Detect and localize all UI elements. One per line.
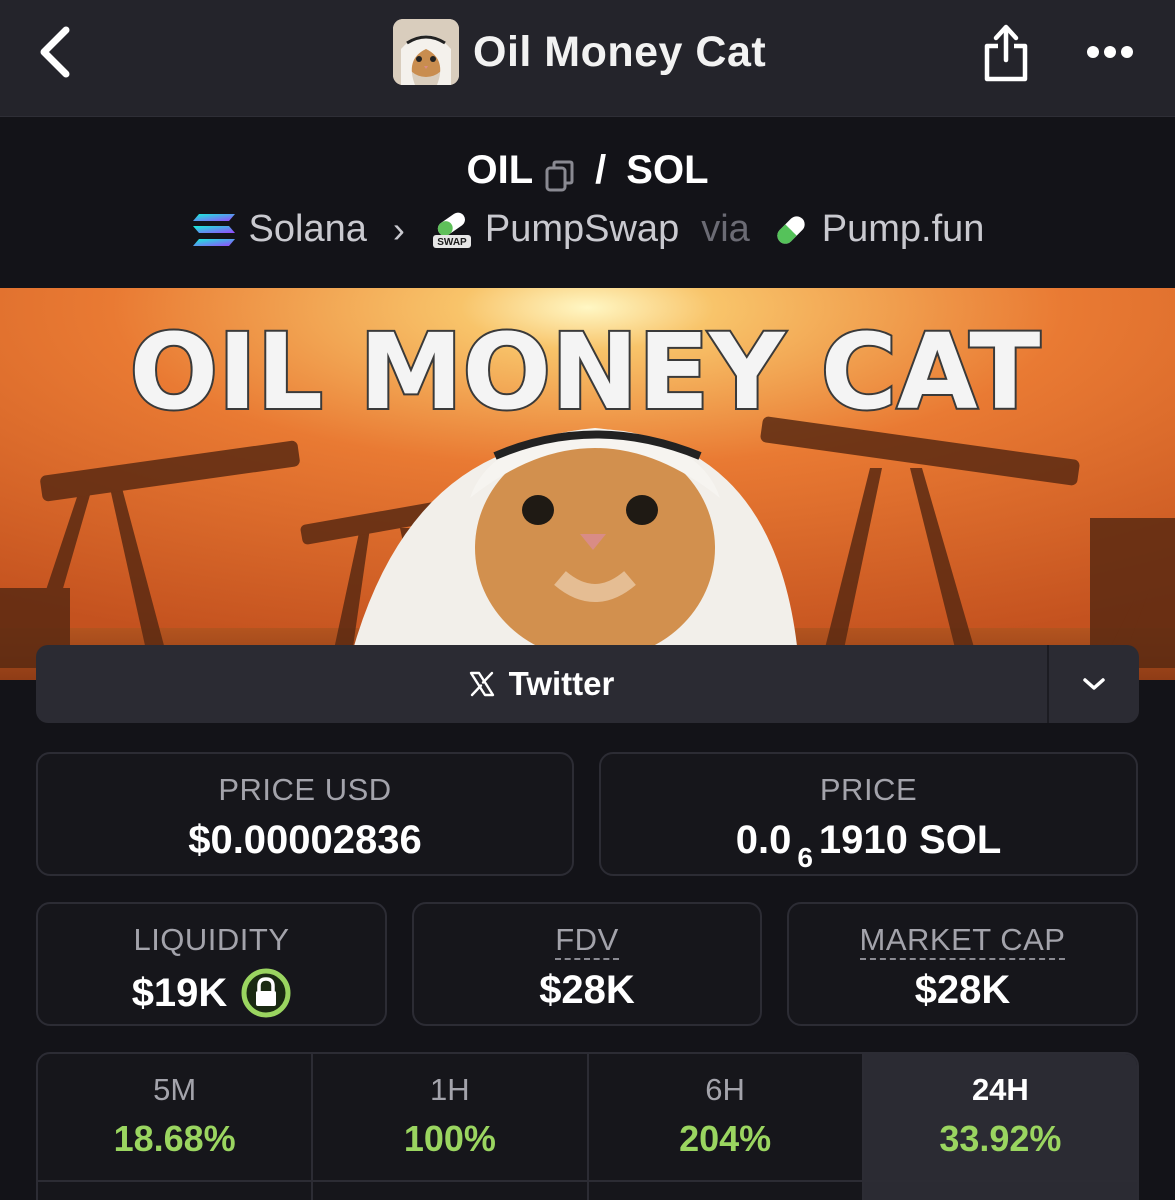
tab-24h[interactable]: 24H 33.92% — [863, 1054, 1137, 1200]
copy-icon — [545, 160, 574, 191]
tab-1h-label: 1H — [430, 1072, 470, 1107]
tab-5m-label: 5M — [153, 1072, 197, 1107]
more-options-button[interactable] — [1080, 26, 1140, 78]
token-avatar — [393, 19, 459, 85]
social-expand-button[interactable] — [1049, 645, 1139, 723]
solana-icon — [192, 213, 235, 246]
more-icon — [1087, 46, 1133, 58]
top-nav-bar: Oil Money Cat — [0, 0, 1175, 117]
banner-title: OIL MONEY CAT — [130, 311, 1041, 433]
price-native-label: PRICE — [819, 772, 918, 807]
chain-breadcrumb: Solana › SWAP PumpSwap via Pump.fun — [0, 208, 1175, 251]
fdv-value: $28K — [539, 968, 635, 1012]
cat-avatar-icon — [393, 19, 459, 85]
price-native-zero-count: 6 — [797, 842, 813, 873]
chain-link[interactable]: Solana — [249, 208, 367, 251]
copy-address-button[interactable] — [545, 157, 575, 191]
liquidity-value-row: $19K — [38, 968, 385, 1018]
fdv-card: FDV $28K — [412, 902, 762, 1026]
breadcrumb-chevron-icon: › — [392, 208, 405, 250]
twitter-label: Twitter — [508, 665, 615, 702]
social-links-bar: Twitter — [36, 645, 1139, 723]
price-native-card: PRICE 0.0 6 1910 SOL — [599, 752, 1138, 876]
lock-icon[interactable] — [241, 968, 291, 1018]
back-chevron-icon — [40, 26, 70, 78]
price-usd-value: $0.00002836 — [188, 818, 422, 862]
banner-image: OIL MONEY CAT — [0, 288, 1175, 680]
chevron-down-icon — [1083, 678, 1105, 690]
market-cap-label[interactable]: MARKET CAP — [859, 922, 1066, 960]
pumpswap-icon: SWAP — [432, 212, 471, 248]
price-native-suffix: 1910 SOL — [818, 818, 1002, 862]
pair-symbols: OIL / SOL — [0, 148, 1175, 193]
page-title: Oil Money Cat — [473, 27, 767, 76]
timeframe-tabs: 5M 18.68% 1H 100% 6H 204% 24H 33.92% — [36, 1052, 1139, 1200]
price-usd-label: PRICE USD — [218, 772, 392, 807]
back-button[interactable] — [30, 22, 80, 82]
tab-1h-change: 100% — [403, 1118, 496, 1159]
pair-header: OIL / SOL Solana › SWAP PumpSwap via Pum… — [0, 118, 1175, 288]
tab-24h-change: 33.92% — [939, 1118, 1062, 1159]
liquidity-label: LIQUIDITY — [133, 922, 290, 957]
token-title: Oil Money Cat — [393, 18, 766, 86]
pill-icon — [777, 215, 805, 244]
liquidity-value: $19K — [131, 970, 228, 1015]
tab-6h-change: 204% — [679, 1118, 772, 1159]
share-button[interactable] — [978, 20, 1034, 86]
market-cap-card: MARKET CAP $28K — [787, 902, 1138, 1026]
pair-separator: / — [595, 148, 607, 192]
token-banner: OIL MONEY CAT — [0, 288, 1175, 680]
via-label: via — [701, 208, 750, 250]
tab-6h-label: 6H — [705, 1072, 745, 1107]
tab-1h[interactable]: 1H 100% — [313, 1054, 589, 1200]
tab-6h[interactable]: 6H 204% — [589, 1054, 864, 1200]
fdv-label[interactable]: FDV — [555, 922, 619, 960]
tab-24h-label: 24H — [971, 1072, 1029, 1107]
market-cap-value: $28K — [914, 968, 1011, 1012]
launchpad-link[interactable]: Pump.fun — [822, 208, 985, 251]
base-symbol: OIL — [466, 148, 534, 192]
liquidity-card: LIQUIDITY $19K — [36, 902, 387, 1026]
share-icon — [984, 24, 1028, 82]
price-native-value: 0.0 6 1910 SOL — [601, 818, 1136, 873]
quote-symbol: SOL — [626, 148, 709, 192]
x-icon — [469, 671, 494, 697]
pumpswap-badge-text: SWAP — [437, 237, 467, 248]
timeframe-divider — [38, 1180, 1137, 1182]
tab-5m-change: 18.68% — [113, 1118, 236, 1159]
dex-link[interactable]: PumpSwap — [485, 208, 679, 251]
twitter-link-button[interactable]: Twitter — [36, 645, 1047, 723]
price-native-prefix: 0.0 — [735, 818, 792, 862]
price-usd-card: PRICE USD $0.00002836 — [36, 752, 574, 876]
tab-5m[interactable]: 5M 18.68% — [38, 1054, 314, 1200]
